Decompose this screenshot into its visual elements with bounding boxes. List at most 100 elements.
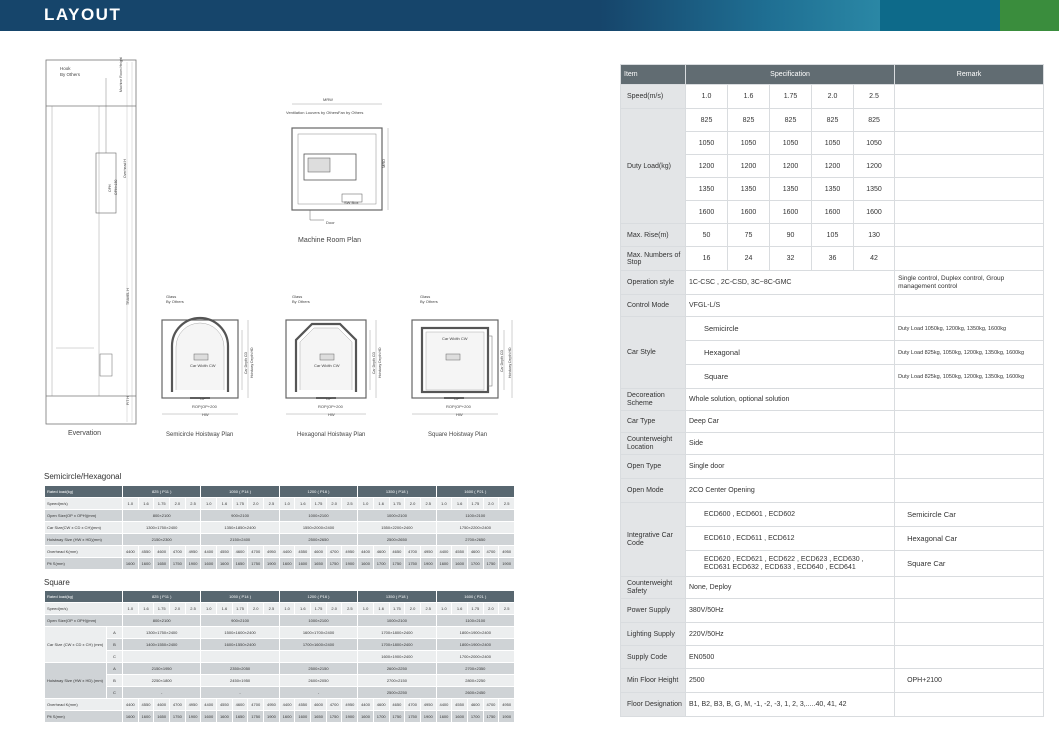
table2-cell: 2.0 xyxy=(482,602,500,615)
table2-row: B 1400×1550×2400 1600×1550×2400 1700×1600×2… xyxy=(45,638,516,651)
spec-duty-value: 1600 xyxy=(852,200,896,224)
spec-car-style-remark: Duty Load 1050kg, 1200kg, 1350kg, 1600kg xyxy=(894,316,1045,341)
spec-integrative-remark: Semicircle Car xyxy=(894,502,1045,527)
spec-row-stops: Max. Numbers of Stop 16 24 32 36 42 xyxy=(620,246,1045,271)
table1-cell: 2.5 xyxy=(419,497,437,510)
table1-cell: 1750 xyxy=(404,557,421,570)
table2-cell: 4400 xyxy=(357,698,374,711)
spec-rise-value: 105 xyxy=(811,223,854,247)
spec-header-row: Item Specification Remark xyxy=(620,64,1045,85)
table2-cell: 1600 xyxy=(435,710,453,723)
spec-label-supply-code: Supply Code xyxy=(620,645,686,669)
spec-label-operation: Operation style xyxy=(620,270,686,295)
spec-row-supply-code: Supply Code EN0500 xyxy=(620,645,1045,669)
table2-cell: 1600 xyxy=(278,710,296,723)
table2-cell: 4600 xyxy=(372,698,390,711)
table1-cell: 1050 ( P14 ) xyxy=(200,485,280,498)
table2-sub-label: A xyxy=(106,662,123,675)
table2-cell: 1.0 xyxy=(357,602,374,615)
spec-label-floor-designation: Floor Designation xyxy=(620,692,686,717)
spec-speed-value: 2.5 xyxy=(852,84,896,109)
table1-cell: 1700 xyxy=(372,557,390,570)
spec-duty-value: 825 xyxy=(852,108,896,132)
square-rop-label: ROP(OP+200 xyxy=(446,404,471,409)
table1-cell: 2.0 xyxy=(169,497,186,510)
table1-cell: 1.6 xyxy=(216,497,233,510)
spec-label-open-mode: Open Mode xyxy=(620,478,686,503)
table2-cell: 1050 ( P14 ) xyxy=(200,590,280,603)
table2-cell: 1000×2100 xyxy=(278,614,359,627)
table1-cell: 4550 xyxy=(137,545,155,558)
spec-head-remark: Remark xyxy=(894,64,1045,85)
spec-label-rise: Max. Rise(m) xyxy=(620,223,686,247)
table1-cell: 4700 xyxy=(404,545,421,558)
spec-stops-value: 16 xyxy=(685,246,728,271)
table2-sub-label: A xyxy=(106,626,123,639)
spec-duty-value: 1050 xyxy=(727,131,770,155)
elevation-machine-room-height-label: Machine Room Height xyxy=(119,57,123,92)
table1-cell: 1.75 xyxy=(466,497,484,510)
table2-cell: 825 ( P11 ) xyxy=(121,590,202,603)
spec-label-stops: Max. Numbers of Stop xyxy=(620,246,686,271)
table2-cell: 1.75 xyxy=(310,602,327,615)
spec-duty-value: 1350 xyxy=(727,177,770,201)
table1-cell: 1.6 xyxy=(137,497,155,510)
table2-cell: 1.75 xyxy=(153,602,171,615)
table2-row: Open Size(OP x OPH)(mm) 800×2100 900×2100 1… xyxy=(44,614,516,627)
table1-row-label: Speed(m/s) xyxy=(44,497,123,510)
spec-duty-value: 1200 xyxy=(852,154,896,178)
table2-row: Pit S(mm) 1600 1600 1650 1750 1900 1600 1600 165… xyxy=(44,710,516,723)
table2-row: Speed(m/s) 1.0 1.6 1.75 2.0 2.5 1.0 1.6 1.75 2.0 2… xyxy=(44,602,516,615)
machine-room-door-label: Door xyxy=(326,220,335,225)
spec-head-item: Item xyxy=(620,64,686,85)
table1-cell: 1750 xyxy=(169,557,186,570)
spec-duty-value: 1050 xyxy=(852,131,896,155)
table2-cell: 4400 xyxy=(435,698,453,711)
table2-title: Square xyxy=(44,578,70,587)
spec-car-style-value: Hexagonal xyxy=(684,340,896,365)
header-gradient xyxy=(600,0,880,31)
table2-row: Hoistway Size (HW x HD) (mm) A 2150×1950 23… xyxy=(44,662,516,699)
square-car-depth-label: Car Depth CD xyxy=(500,350,504,372)
table1-cell: 1750 xyxy=(325,557,343,570)
table1-cell: 1600 xyxy=(435,557,453,570)
table1-cell: 1650 xyxy=(153,557,171,570)
table2-cell: 1900 xyxy=(263,710,280,723)
spec-label-integrative: Integrative Car Code xyxy=(620,502,686,577)
spec-label-open-type: Open Type xyxy=(620,454,686,479)
table1-cell: 2150×2300 xyxy=(121,533,202,546)
table2-cell xyxy=(200,650,280,663)
table2-cell: 4700 xyxy=(247,698,265,711)
table1-cell: 1900 xyxy=(184,557,202,570)
table1-cell: 4700 xyxy=(247,545,265,558)
spec-row-power: Power Supply 380V/50Hz xyxy=(620,598,1045,623)
table2-cell: 1900 xyxy=(184,710,202,723)
hexagonal-hoistway-depth-label: Hoistway Depth HD xyxy=(378,347,382,378)
table1-cell: 4700 xyxy=(169,545,186,558)
square-hw-label: HW xyxy=(456,412,463,417)
table2-cell: 1900 xyxy=(341,710,359,723)
spec-row-control: Control Mode VFGL-L/S xyxy=(620,294,1045,317)
header-teal-block xyxy=(880,0,1000,31)
table2-cell: 4550 xyxy=(451,698,468,711)
spec-min-floor-remark: OPH+2100 xyxy=(894,668,1045,693)
hexagonal-car-width-label: Car Width CW xyxy=(314,363,340,368)
machine-room-caption: Machine Room Plan xyxy=(298,237,362,244)
table1-cell: 1.6 xyxy=(372,497,390,510)
table2-cell: 4550 xyxy=(294,698,312,711)
table2-cell: 1600 xyxy=(216,710,233,723)
table2-row: C - - -2500×2250 2600×2450 xyxy=(45,686,516,699)
table1-row: Car Size(CW x CD x CH)(mm) 1300×1750×2400… xyxy=(44,521,516,534)
table1-cell: 4550 xyxy=(451,545,468,558)
square-car-width-label: Car Width CW xyxy=(442,336,468,341)
elevation-oph-value: OPH=150 xyxy=(114,179,118,195)
table1-cell: 2.0 xyxy=(404,497,421,510)
table2-cell: 1700×1800×2400 xyxy=(357,638,437,651)
spec-duty-value: 1350 xyxy=(685,177,728,201)
square-hoistway-depth-label: Hoistway Depth HD xyxy=(508,347,512,378)
table1-cell: 1300×1750×2400 xyxy=(121,521,202,534)
elevation-pit-label: PIT H xyxy=(126,396,130,405)
table2-cell: 1500×1600×2400 xyxy=(200,626,280,639)
spec-row-duty: Duty Load(kg) 825 825 825 825 825 xyxy=(620,108,1045,224)
table2-row: Rated load(kg) 825 ( P11 ) 1050 ( P14 ) 120… xyxy=(44,590,516,603)
